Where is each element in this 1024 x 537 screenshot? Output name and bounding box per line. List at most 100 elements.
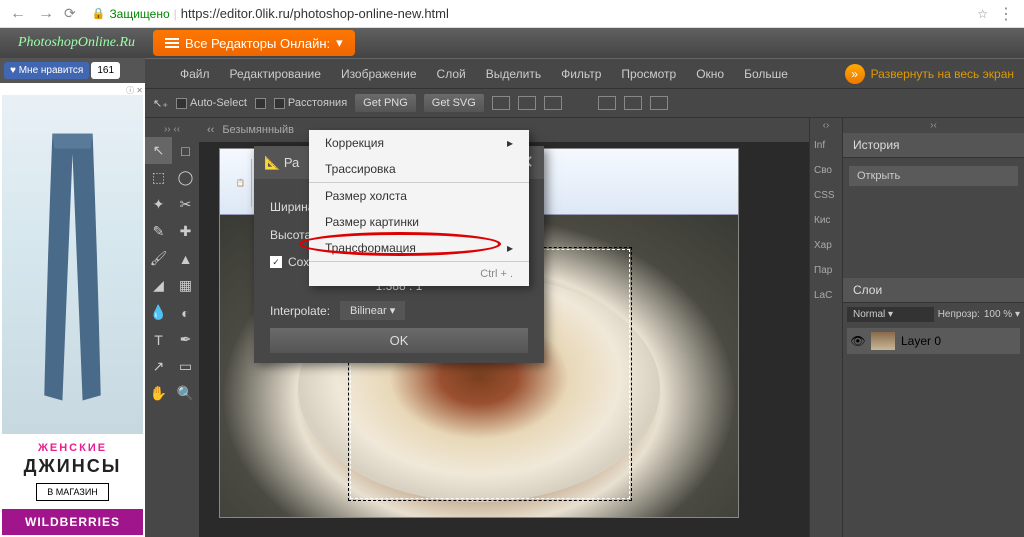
move-indicator: ↖₊ xyxy=(153,97,168,110)
tab-har[interactable]: Хар xyxy=(810,233,842,258)
toolbox: ›› ‹‹ ↖□ ⬚◯ ✦✂ ✎✚ 🖌▲ ◢▦ 💧◐ T✒ ↗▭ ✋🔍 xyxy=(145,118,199,537)
interpolate-select[interactable]: Bilinear ▾ xyxy=(340,301,405,320)
ok-button[interactable]: OK xyxy=(270,328,528,353)
url-text: https://editor.0lik.ru/photoshop-online-… xyxy=(181,6,449,21)
visibility-icon[interactable]: 👁 xyxy=(851,334,865,348)
eraser-tool[interactable]: ◢ xyxy=(145,272,172,299)
forward-icon[interactable]: → xyxy=(36,5,56,23)
layer-item[interactable]: 👁 Layer 0 xyxy=(847,328,1020,354)
gradient-tool[interactable]: ▦ xyxy=(172,272,199,299)
menu-filter[interactable]: Фильтр xyxy=(561,67,601,81)
menu-select[interactable]: Выделить xyxy=(486,67,541,81)
align-icon[interactable] xyxy=(492,96,510,110)
align-icon[interactable] xyxy=(624,96,642,110)
menu-canvas-size[interactable]: Размер холста xyxy=(309,183,529,209)
tab-collapse-icon[interactable]: ‹‹ xyxy=(207,118,214,142)
editor-app: Файл Редактирование Изображение Слой Выд… xyxy=(145,58,1024,537)
history-panel-tab[interactable]: История xyxy=(843,133,1024,158)
history-item[interactable]: Открыть xyxy=(849,166,1018,186)
dodge-tool[interactable]: ◐ xyxy=(172,299,199,326)
menu-image[interactable]: Изображение xyxy=(341,67,417,81)
align-icon[interactable] xyxy=(518,96,536,110)
align-icon[interactable] xyxy=(544,96,562,110)
get-svg-button[interactable]: Get SVG xyxy=(424,94,484,112)
menu-corrections[interactable]: Коррекция▸ xyxy=(309,130,529,156)
artboard-tool[interactable]: □ xyxy=(172,137,199,164)
shape-tool[interactable]: ▭ xyxy=(172,353,199,380)
bookmark-icon[interactable]: ☆ xyxy=(977,7,988,21)
wand-tool[interactable]: ✦ xyxy=(145,191,172,218)
menu-more[interactable]: Больше xyxy=(744,67,788,81)
options-bar: ↖₊ Auto-Select Расстояния Get PNG Get SV… xyxy=(145,88,1024,118)
expand-icon: » xyxy=(845,64,865,84)
lasso-tool[interactable]: ◯ xyxy=(172,164,199,191)
dist-toggle[interactable]: Расстояния xyxy=(274,97,347,109)
tab-inf[interactable]: Inf xyxy=(810,133,842,158)
like-button[interactable]: ♥ Мне нравится xyxy=(4,62,89,79)
menu-trace[interactable]: Трассировка xyxy=(309,156,529,182)
fullscreen-button[interactable]: » Развернуть на весь экран xyxy=(845,64,1014,84)
ad-text: ЖЕНСКИЕ ДЖИНСЫ В МАГАЗИН xyxy=(2,434,143,509)
type-tool[interactable]: T xyxy=(145,326,172,353)
pen-tool[interactable]: ✒ xyxy=(172,326,199,353)
address-bar[interactable]: 🔒 Защищено | https://editor.0lik.ru/phot… xyxy=(84,6,970,21)
opacity-value[interactable]: 100 % ▾ xyxy=(984,309,1020,320)
right-panels: ‹› Inf Сво CSS Кис Хар Пар LaC ›‹ Истори… xyxy=(809,118,1024,537)
blend-mode-select[interactable]: Normal ▾ xyxy=(847,307,934,322)
chevron-down-icon: ▾ xyxy=(336,35,343,51)
panel-collapse[interactable]: ›‹ xyxy=(843,118,1024,133)
menu-icon[interactable]: ⋮ xyxy=(996,4,1016,24)
lock-icon: 🔒 xyxy=(92,7,106,20)
tab-lac[interactable]: LaC xyxy=(810,283,842,308)
menu-edit[interactable]: Редактирование xyxy=(230,67,321,81)
crop-tool[interactable]: ✂ xyxy=(172,191,199,218)
hand-tool[interactable]: ✋ xyxy=(145,380,172,407)
path-tool[interactable]: ↗ xyxy=(145,353,172,380)
get-png-button[interactable]: Get PNG xyxy=(355,94,416,112)
menu-file[interactable]: Файл xyxy=(180,67,210,81)
tab-kis[interactable]: Кис xyxy=(810,208,842,233)
tr-toggle[interactable] xyxy=(255,98,266,109)
tab-par[interactable]: Пар xyxy=(810,258,842,283)
panel-collapse[interactable]: ‹› xyxy=(810,118,842,133)
menu-shortcut[interactable]: Ctrl + . xyxy=(309,262,529,286)
auto-select-toggle[interactable]: Auto-Select xyxy=(176,97,247,109)
site-header: PhotoshopOnline.Ru Все Редакторы Онлайн:… xyxy=(0,28,1024,58)
marquee-tool[interactable]: ⬚ xyxy=(145,164,172,191)
burger-icon xyxy=(165,38,179,48)
like-count: 161 xyxy=(91,62,120,79)
stamp-tool[interactable]: ▲ xyxy=(172,245,199,272)
menu-layer[interactable]: Слой xyxy=(437,67,466,81)
ad-shop-button[interactable]: В МАГАЗИН xyxy=(36,483,109,501)
brush-tool[interactable]: 🖌 xyxy=(145,245,172,272)
ad-image xyxy=(2,95,143,434)
tab-svo[interactable]: Сво xyxy=(810,158,842,183)
zoom-tool[interactable]: 🔍 xyxy=(172,380,199,407)
ad-brand: WILDBERRIES xyxy=(2,509,143,535)
toolbox-collapse[interactable]: ›› ‹‹ xyxy=(145,122,199,137)
menu-image-size[interactable]: Размер картинки xyxy=(309,209,529,235)
eyedropper-tool[interactable]: ✎ xyxy=(145,218,172,245)
blur-tool[interactable]: 💧 xyxy=(145,299,172,326)
move-tool[interactable]: ↖ xyxy=(145,137,172,164)
tab-css[interactable]: CSS xyxy=(810,183,842,208)
like-bar: ♥ Мне нравится 161 xyxy=(0,58,145,83)
menu-view[interactable]: Просмотр xyxy=(621,67,676,81)
main-menu: Файл Редактирование Изображение Слой Выд… xyxy=(145,58,1024,88)
heal-tool[interactable]: ✚ xyxy=(172,218,199,245)
menu-transform[interactable]: Трансформация▸ xyxy=(309,235,529,261)
opacity-label: Непрозр: xyxy=(938,309,980,320)
canvas-area: ‹‹ Безымянныйв 📐 Ра ✕ Ширина: px ▾ xyxy=(199,118,809,537)
browser-bar: ← → ⟳ 🔒 Защищено | https://editor.0lik.r… xyxy=(0,0,1024,28)
align-icon[interactable] xyxy=(598,96,616,110)
back-icon[interactable]: ← xyxy=(8,5,28,23)
ad-marker: ⓘ ✕ xyxy=(2,85,143,95)
ad-block[interactable]: ⓘ ✕ ЖЕНСКИЕ ДЖИНСЫ В МАГАЗИН WILDBERRIES xyxy=(0,83,145,537)
layers-panel-tab[interactable]: Слои xyxy=(843,278,1024,303)
align-icon[interactable] xyxy=(650,96,668,110)
image-menu-dropdown: Коррекция▸ Трассировка Размер холста Раз… xyxy=(309,130,529,286)
menu-window[interactable]: Окно xyxy=(696,67,724,81)
site-logo[interactable]: PhotoshopOnline.Ru xyxy=(0,35,153,51)
reload-icon[interactable]: ⟳ xyxy=(64,5,76,22)
editors-switcher[interactable]: Все Редакторы Онлайн: ▾ xyxy=(153,30,355,56)
